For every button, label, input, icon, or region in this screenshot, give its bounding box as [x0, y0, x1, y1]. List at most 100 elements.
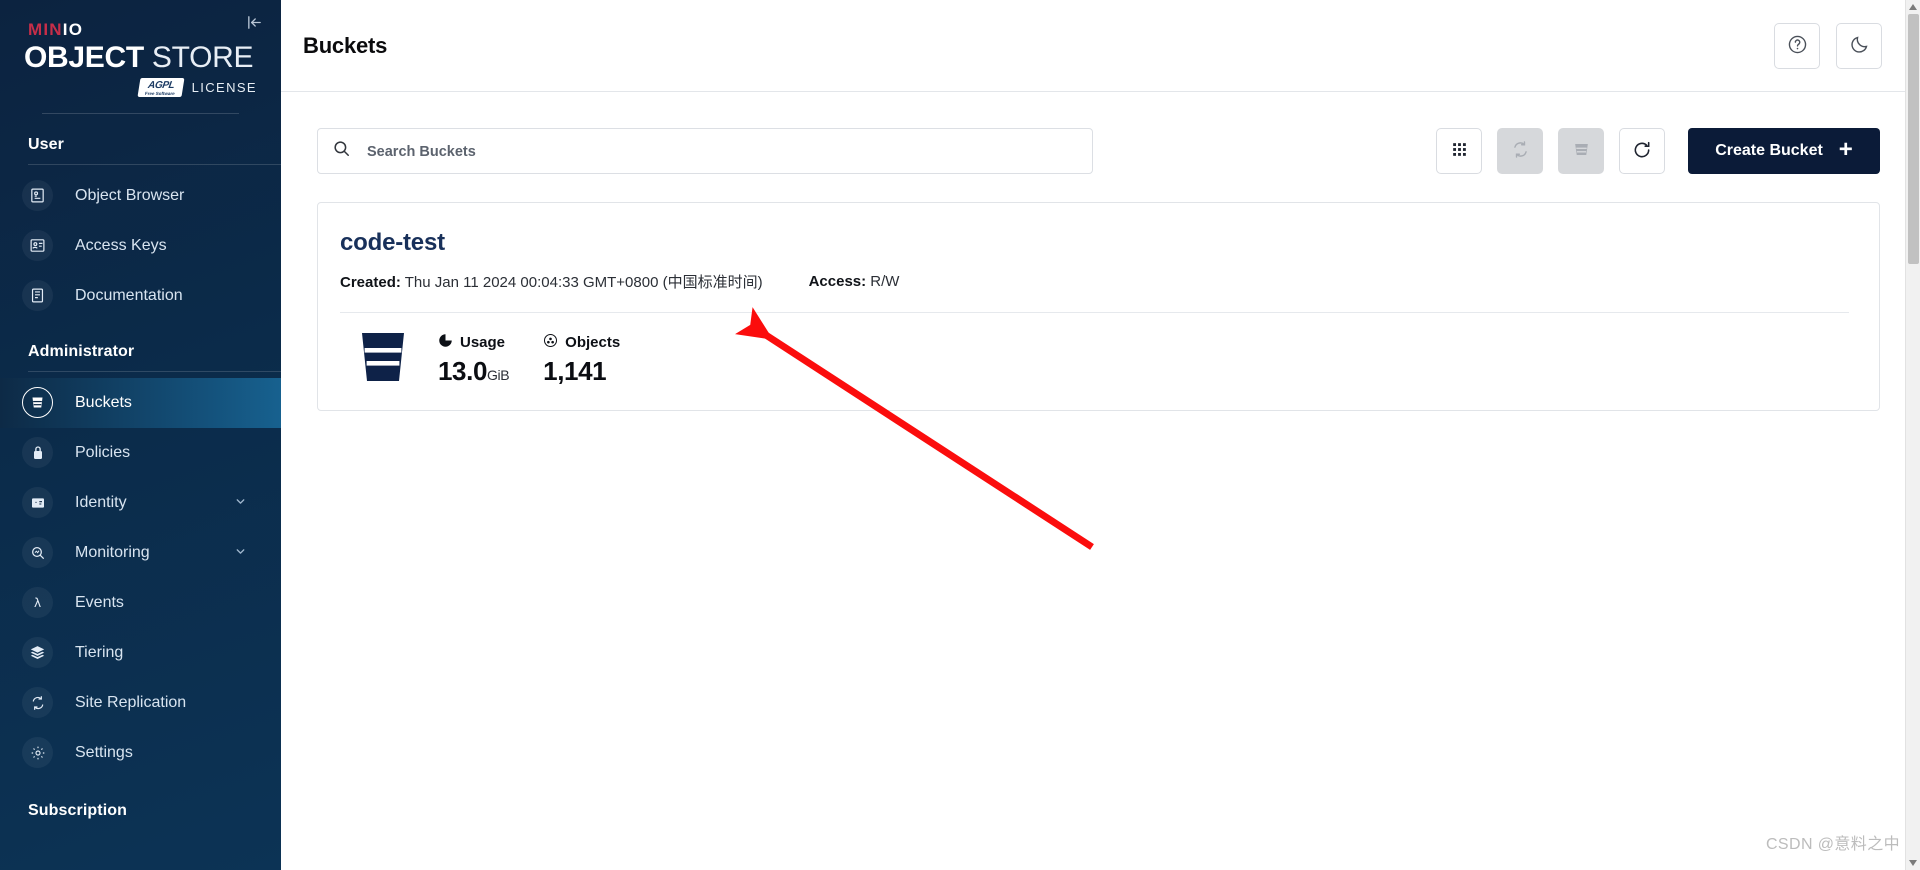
sidebar-item-label: Tiering: [75, 643, 124, 661]
app-root: MINIO OBJECT STORE AGPL Free Software LI…: [0, 0, 1920, 870]
buckets-toolbar: Create Bucket +: [317, 128, 1880, 174]
created-label: Created:: [340, 274, 401, 291]
logo-object-text: OBJECT: [24, 41, 144, 74]
usage-value: 13.0: [438, 355, 488, 386]
bucket-name: code-test: [340, 229, 445, 256]
sidebar-item-label: Events: [75, 593, 124, 611]
logo-minio: MINIO: [28, 20, 261, 40]
access-label: Access:: [808, 273, 867, 290]
agpl-badge-icon: AGPL Free Software: [137, 78, 185, 97]
page-header: Buckets: [281, 0, 1920, 92]
watermark: CSDN @意料之中: [1765, 836, 1900, 853]
theme-toggle-button[interactable]: [1836, 22, 1882, 69]
main-area: Buckets Search Buckets Create Bucket + c…: [281, 0, 1920, 870]
search-icon: [332, 139, 351, 163]
created-value: Thu Jan 11 2024 00:04:33 GMT+0800 (中国标准时…: [404, 274, 763, 291]
sidebar-section-user: User: [28, 135, 64, 153]
sidebar: MINIO OBJECT STORE AGPL Free Software LI…: [0, 0, 281, 870]
moon-icon: [1849, 34, 1870, 58]
replication-icon: [1511, 140, 1530, 162]
refresh-button[interactable]: [1619, 128, 1665, 174]
usage-value-wrap: 13.0GiB: [438, 355, 510, 387]
page-title: Buckets: [303, 32, 388, 58]
lambda-icon: λ: [22, 587, 53, 619]
lock-icon: [22, 437, 53, 469]
stat-objects: Objects 1,141: [543, 333, 620, 387]
pie-chart-icon: [438, 333, 453, 352]
page-scrollbar[interactable]: [1905, 0, 1920, 870]
objects-icon: [543, 333, 558, 352]
layers-icon: [22, 637, 53, 669]
objects-head: Objects: [543, 333, 620, 352]
monitoring-icon: [22, 537, 53, 569]
sidebar-item-label: Policies: [75, 443, 131, 461]
object-browser-icon: [22, 180, 53, 212]
bucket-created: Created: Thu Jan 11 2024 00:04:33 GMT+08…: [340, 271, 763, 292]
sidebar-logo: MINIO OBJECT STORE AGPL Free Software LI…: [0, 0, 281, 114]
sidebar-item-settings[interactable]: Settings: [0, 728, 281, 778]
bucket-meta-row: Created: Thu Jan 11 2024 00:04:33 GMT+08…: [340, 271, 1849, 292]
help-button[interactable]: [1774, 22, 1820, 69]
chevron-down-icon[interactable]: [234, 545, 247, 561]
scroll-down-arrow-icon[interactable]: [1909, 860, 1917, 866]
grid-view-button[interactable]: [1436, 128, 1482, 174]
agpl-badge-subtext: Free Software: [144, 90, 176, 96]
sidebar-item-policies[interactable]: Policies: [0, 428, 281, 478]
scroll-up-arrow-icon[interactable]: [1909, 4, 1917, 10]
objects-value: 1,141: [543, 355, 607, 386]
documentation-icon: [22, 280, 53, 312]
search-input[interactable]: [367, 142, 1078, 160]
usage-label: Usage: [460, 333, 506, 351]
bucket-icon: [22, 387, 53, 419]
sidebar-item-label: Buckets: [75, 393, 132, 411]
sidebar-item-object-browser[interactable]: Object Browser: [0, 171, 281, 221]
sidebar-item-monitoring[interactable]: Monitoring: [0, 528, 281, 578]
create-bucket-label: Create Bucket: [1715, 142, 1823, 159]
usage-head: Usage: [438, 333, 509, 352]
chevron-down-icon[interactable]: [234, 495, 247, 511]
refresh-icon: [1632, 140, 1652, 163]
usage-unit: GiB: [487, 366, 510, 383]
logo-min-text: MIN: [28, 20, 63, 39]
sidebar-item-label: Site Replication: [75, 693, 187, 711]
access-value: R/W: [870, 273, 900, 290]
sidebar-item-events[interactable]: λ Events: [0, 578, 281, 628]
header-actions: [1774, 22, 1882, 69]
identity-card-icon: [22, 487, 53, 519]
svg-text:λ: λ: [34, 596, 41, 610]
collapse-sidebar-icon[interactable]: [241, 9, 267, 35]
replication-button[interactable]: [1497, 128, 1543, 174]
license-row: AGPL Free Software LICENSE: [20, 78, 261, 97]
sidebar-item-identity[interactable]: Identity: [0, 478, 281, 528]
sidebar-item-documentation[interactable]: Documentation: [0, 271, 281, 321]
grid-icon: [1450, 140, 1469, 162]
sidebar-section-administrator: Administrator: [28, 342, 135, 360]
bucket-stats: Usage 13.0GiB Objects 1,141: [340, 313, 1849, 388]
toolbar-right-actions: Create Bucket +: [1436, 128, 1880, 174]
search-bucket-box[interactable]: [317, 128, 1093, 174]
access-keys-icon: [22, 230, 53, 262]
scrollbar-thumb[interactable]: [1908, 14, 1919, 264]
gear-icon: [22, 737, 53, 769]
page-content: Create Bucket + code-test Created: Thu J…: [281, 92, 1920, 411]
sidebar-item-label: Access Keys: [75, 236, 167, 254]
sidebar-item-buckets[interactable]: Buckets: [0, 377, 281, 428]
sidebar-item-site-replication[interactable]: Site Replication: [0, 678, 281, 728]
bucket-card[interactable]: code-test Created: Thu Jan 11 2024 00:04…: [317, 202, 1880, 411]
sidebar-item-label: Identity: [75, 493, 127, 511]
sidebar-item-access-keys[interactable]: Access Keys: [0, 221, 281, 271]
sidebar-section-subscription: Subscription: [28, 801, 127, 819]
help-circle-icon: [1787, 34, 1808, 58]
sidebar-item-tiering[interactable]: Tiering: [0, 628, 281, 678]
logo-object-store: OBJECT STORE: [24, 41, 261, 75]
sidebar-item-label: Object Browser: [75, 186, 185, 204]
logo-store-text: STORE: [143, 41, 254, 74]
create-bucket-button[interactable]: Create Bucket +: [1688, 128, 1880, 174]
replication-icon: [22, 687, 53, 719]
bucket-glyph-icon: [360, 331, 406, 388]
trash-bucket-icon: [1572, 140, 1591, 162]
logo-io-text: IO: [62, 20, 84, 39]
plus-icon: +: [1838, 136, 1853, 163]
sidebar-item-label: Monitoring: [75, 543, 150, 561]
delete-buckets-button[interactable]: [1558, 128, 1604, 174]
